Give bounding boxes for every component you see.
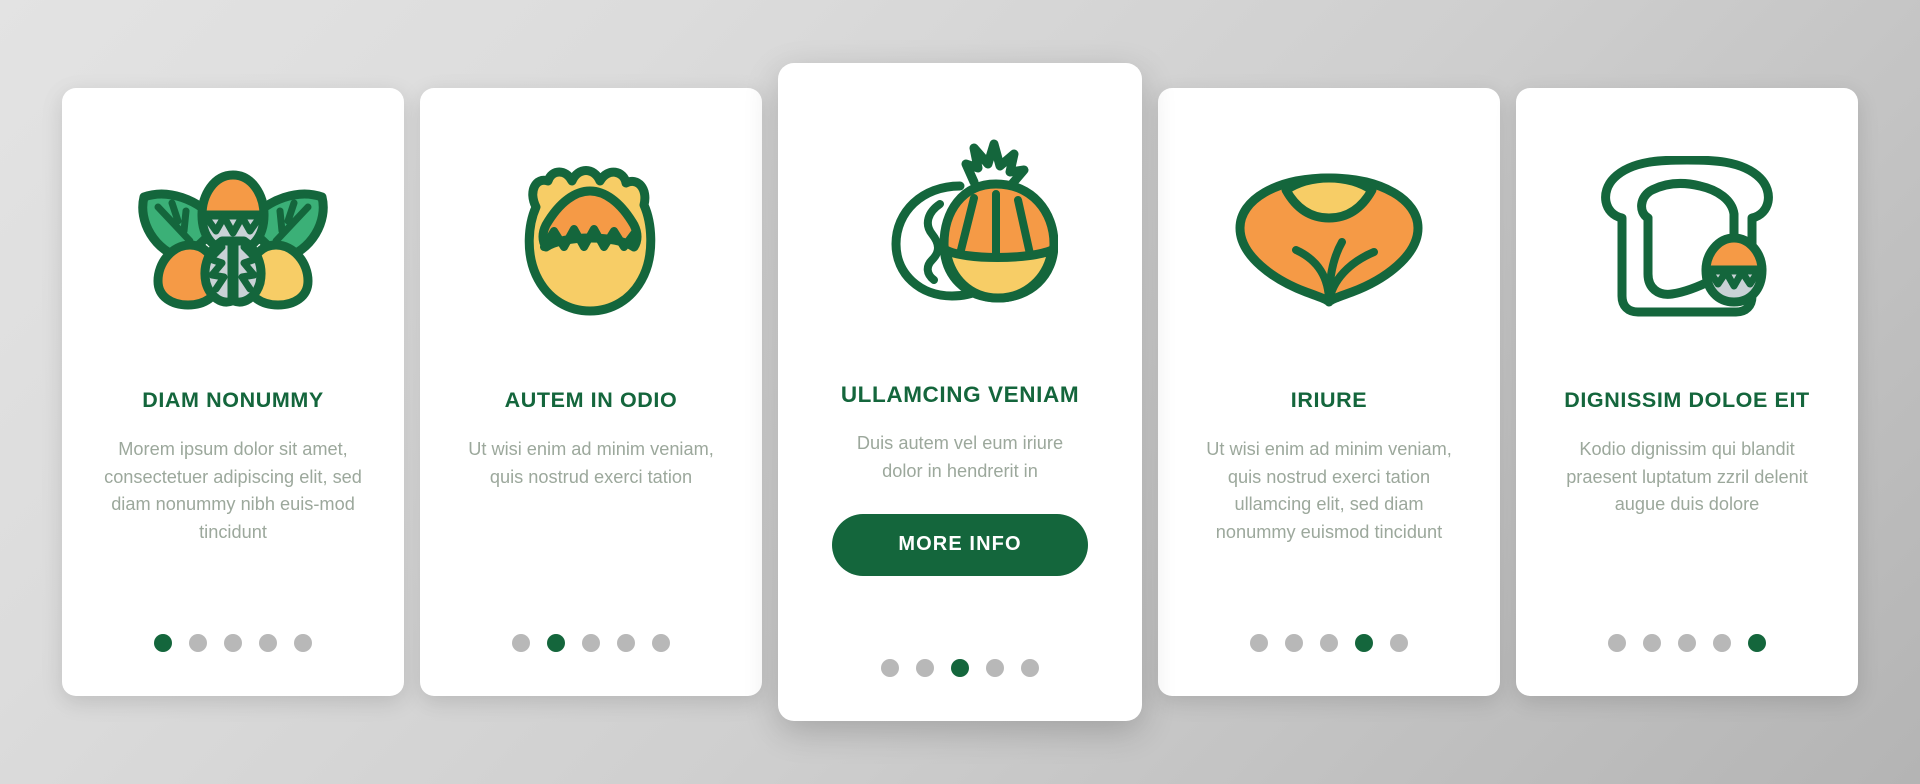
- pagination-dots[interactable]: [62, 634, 404, 652]
- more-info-button[interactable]: MORE INFO: [832, 513, 1088, 576]
- card-title: IRIURE: [1290, 388, 1368, 412]
- pagination-dot[interactable]: [1748, 634, 1766, 652]
- card-title: DIAM NONUMMY: [142, 388, 324, 412]
- card-title: ULLAMCING VENIAM: [840, 382, 1080, 407]
- pagination-dots[interactable]: [420, 634, 762, 652]
- pagination-dot[interactable]: [224, 634, 242, 652]
- pagination-dot[interactable]: [189, 634, 207, 652]
- pagination-dot[interactable]: [1320, 634, 1338, 652]
- pagination-dot[interactable]: [1285, 634, 1303, 652]
- pagination-dot[interactable]: [951, 659, 969, 677]
- pagination-dot[interactable]: [1390, 634, 1408, 652]
- pagination-dot[interactable]: [916, 659, 934, 677]
- pagination-dot[interactable]: [617, 634, 635, 652]
- pagination-dot[interactable]: [986, 659, 1004, 677]
- onboarding-card-3-featured[interactable]: ULLAMCING VENIAM Duis autem vel eum iriu…: [778, 63, 1142, 721]
- onboarding-card-carousel: DIAM NONUMMY Morem ipsum dolor sit amet,…: [0, 0, 1920, 784]
- pagination-dots[interactable]: [1158, 634, 1500, 652]
- onboarding-card-5[interactable]: DIGNISSIM DOLOE EIT Kodio dignissim qui …: [1516, 88, 1858, 696]
- acorns-with-leaves-icon: [62, 88, 404, 388]
- pagination-dot[interactable]: [512, 634, 530, 652]
- pagination-dot[interactable]: [1355, 634, 1373, 652]
- bread-slice-with-acorn-icon: [1516, 88, 1858, 388]
- pagination-dot[interactable]: [1608, 634, 1626, 652]
- pagination-dot[interactable]: [1713, 634, 1731, 652]
- onboarding-card-1[interactable]: DIAM NONUMMY Morem ipsum dolor sit amet,…: [62, 88, 404, 696]
- pagination-dot[interactable]: [1021, 659, 1039, 677]
- pagination-dot[interactable]: [259, 634, 277, 652]
- onboarding-card-2[interactable]: AUTEM IN ODIO Ut wisi enim ad minim veni…: [420, 88, 762, 696]
- pagination-dot[interactable]: [1643, 634, 1661, 652]
- card-body-text: Kodio dignissim qui blandit praesent lup…: [1566, 438, 1808, 515]
- pagination-dot[interactable]: [582, 634, 600, 652]
- pagination-dot[interactable]: [294, 634, 312, 652]
- pagination-dots[interactable]: [778, 659, 1142, 677]
- onboarding-card-4[interactable]: IRIURE Ut wisi enim ad minim veniam, qui…: [1158, 88, 1500, 696]
- card-body-text: Duis autem vel eum iriure dolor in hendr…: [856, 433, 1064, 481]
- pagination-dot[interactable]: [1678, 634, 1696, 652]
- pagination-dot[interactable]: [881, 659, 899, 677]
- pagination-dots[interactable]: [1516, 634, 1858, 652]
- pagination-dot[interactable]: [154, 634, 172, 652]
- hazelnut-pair-icon: [778, 63, 1142, 381]
- pagination-dot[interactable]: [1250, 634, 1268, 652]
- card-title: AUTEM IN ODIO: [504, 388, 678, 412]
- onion-bulb-icon: [1158, 88, 1500, 388]
- card-title: DIGNISSIM DOLOE EIT: [1564, 388, 1810, 412]
- card-body-text: Morem ipsum dolor sit amet, consectetuer…: [104, 438, 362, 543]
- card-body-text: Ut wisi enim ad minim veniam, quis nostr…: [468, 438, 714, 487]
- chestnut-husk-icon: [420, 88, 762, 388]
- pagination-dot[interactable]: [652, 634, 670, 652]
- pagination-dot[interactable]: [547, 634, 565, 652]
- card-body-text: Ut wisi enim ad minim veniam, quis nostr…: [1206, 438, 1452, 543]
